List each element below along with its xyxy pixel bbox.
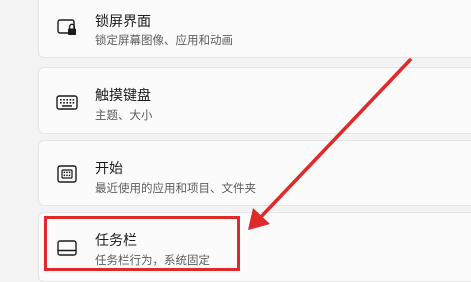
start-icon	[55, 162, 79, 186]
settings-item-subtitle: 任务栏行为，系统固定	[95, 253, 210, 267]
settings-item-title: 任务栏	[95, 233, 137, 249]
settings-item-title: 开始	[95, 161, 123, 177]
keyboard-icon	[55, 90, 79, 114]
settings-item-subtitle: 主题、大小	[95, 108, 153, 122]
settings-item-lock-screen[interactable]: 锁屏界面 锁定屏幕图像、应用和动画	[38, 0, 471, 58]
taskbar-icon	[55, 236, 79, 260]
settings-item-start[interactable]: 开始 最近使用的应用和项目、文件夹	[38, 140, 471, 206]
settings-item-title: 触摸键盘	[95, 88, 151, 104]
settings-item-title: 锁屏界面	[95, 14, 151, 30]
settings-item-subtitle: 最近使用的应用和项目、文件夹	[95, 181, 256, 195]
settings-item-taskbar[interactable]: 任务栏 任务栏行为，系统固定	[38, 212, 471, 282]
settings-item-touch-keyboard[interactable]: 触摸键盘 主题、大小	[38, 67, 471, 134]
lock-screen-icon	[55, 15, 79, 39]
settings-item-subtitle: 锁定屏幕图像、应用和动画	[95, 33, 233, 47]
